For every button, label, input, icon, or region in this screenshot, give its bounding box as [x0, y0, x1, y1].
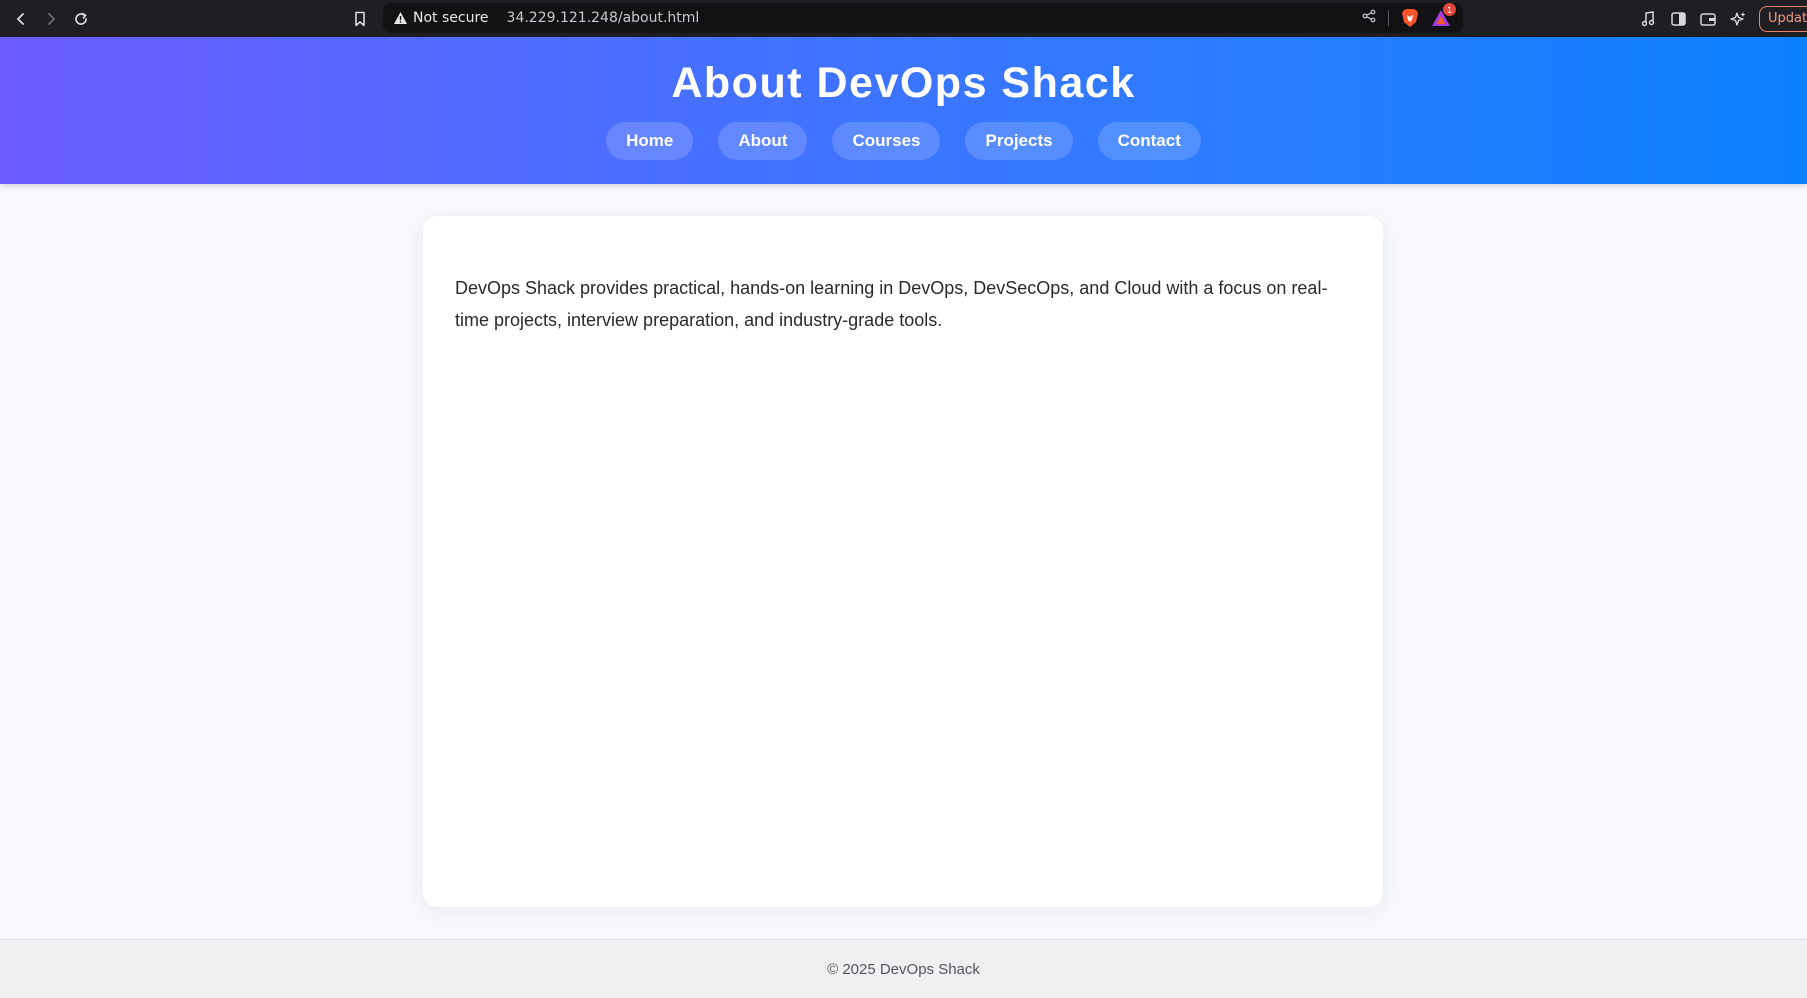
- nav-link-projects[interactable]: Projects: [965, 122, 1073, 160]
- main-nav: Home About Courses Projects Contact: [0, 122, 1807, 160]
- forward-button[interactable]: [36, 0, 66, 37]
- url-text[interactable]: 34.229.121.248/about.html: [507, 10, 700, 26]
- update-button[interactable]: Update: [1759, 5, 1807, 32]
- address-bar[interactable]: Not secure 34.229.121.248/about.html 1: [383, 3, 1463, 33]
- warning-icon: [392, 10, 408, 26]
- nav-link-courses[interactable]: Courses: [832, 122, 941, 160]
- share-icon[interactable]: [1362, 9, 1376, 28]
- content-card: DevOps Shack provides practical, hands-o…: [423, 216, 1383, 907]
- reload-icon: [75, 12, 87, 25]
- site-header: About DevOps Shack Home About Courses Pr…: [0, 37, 1807, 184]
- page-title: About DevOps Shack: [671, 59, 1136, 107]
- divider: [1388, 10, 1389, 26]
- sidebar-icon[interactable]: [1663, 0, 1693, 37]
- nav-link-contact[interactable]: Contact: [1097, 122, 1201, 160]
- back-button[interactable]: [6, 0, 36, 37]
- site-footer: © 2025 DevOps Shack: [0, 939, 1807, 998]
- chevron-left-icon: [16, 12, 24, 25]
- nav-link-home[interactable]: Home: [606, 122, 694, 160]
- brave-shields-icon[interactable]: [1401, 8, 1419, 28]
- brave-rewards-icon[interactable]: 1: [1431, 3, 1456, 27]
- wallet-icon[interactable]: [1693, 0, 1723, 37]
- nav-link-about[interactable]: About: [718, 122, 808, 160]
- bookmark-button[interactable]: [345, 0, 375, 37]
- browser-toolbar: Not secure 34.229.121.248/about.html 1 U…: [0, 0, 1807, 37]
- reload-button[interactable]: [66, 0, 96, 37]
- copyright-text: © 2025 DevOps Shack: [827, 960, 980, 978]
- leo-ai-icon[interactable]: [1723, 0, 1753, 37]
- music-icon[interactable]: [1633, 0, 1663, 37]
- about-paragraph: DevOps Shack provides practical, hands-o…: [455, 278, 1328, 330]
- chevron-right-icon: [48, 12, 56, 25]
- page: About DevOps Shack Home About Courses Pr…: [0, 37, 1807, 998]
- security-label[interactable]: Not secure: [413, 10, 489, 26]
- notification-badge: 1: [1443, 3, 1456, 16]
- bookmark-icon: [355, 11, 365, 26]
